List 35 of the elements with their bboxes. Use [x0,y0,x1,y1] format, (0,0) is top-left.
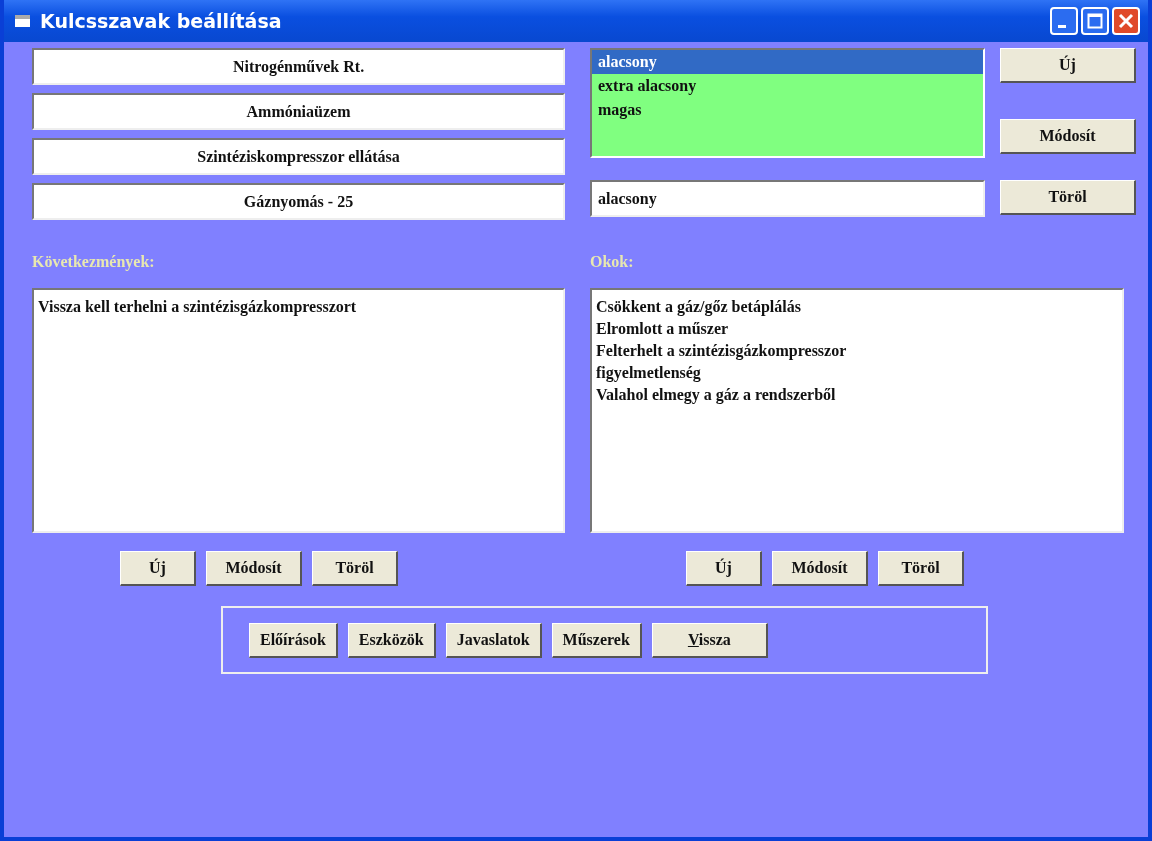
list-item[interactable]: alacsony [592,50,983,74]
section-label: Okok: [590,252,634,272]
modify-button[interactable]: Módosít [206,551,302,586]
delete-button[interactable]: Töröl [878,551,964,586]
list-item[interactable]: extra alacsony [592,74,983,98]
header-field: Gáznyomás - 25 [32,183,565,220]
nav-button[interactable]: Előírások [249,622,338,658]
maximize-button[interactable] [1081,7,1109,35]
header-field: Ammóniaüzem [32,93,565,130]
level-input-field[interactable]: alacsony [590,180,985,217]
list-item[interactable]: magas [592,98,983,122]
section-label: Következmények: [32,252,155,273]
nav-button[interactable]: Javaslatok [445,622,542,658]
delete-button[interactable]: Töröl [312,551,398,586]
header-field: Szintéziskompresszor ellátása [32,138,565,175]
nav-button[interactable]: Vissza [651,622,768,658]
modify-button[interactable]: Módosít [772,551,868,586]
level-list[interactable]: alacsony extra alacsony magas [590,48,985,158]
maximize-icon [1087,13,1103,29]
nav-button[interactable]: Műszerek [551,622,642,658]
header-field: Nitrogénművek Rt. [32,48,565,85]
modify-button[interactable]: Módosít [1000,119,1136,154]
delete-button[interactable]: Töröl [1000,180,1136,215]
new-button[interactable]: Új [120,551,196,586]
minimize-icon [1058,24,1066,28]
window-title: Kulcsszavak beállítása [40,8,283,34]
nav-button[interactable]: Eszközök [347,622,436,658]
close-icon [1118,13,1134,29]
new-button[interactable]: Új [686,551,762,586]
causes-list[interactable]: Csökkent a gáz/gőz betáplálás Elromlott a műszer Felterhelt a szintézisgázkompresszor figyelmetlenség Valahol elmegy a gáz a rendszerből [590,288,1124,533]
consequences-list[interactable]: Vissza kell terhelni a szintézisgázkompresszort [32,288,565,533]
window-icon [14,13,32,29]
minimize-button[interactable] [1050,7,1078,35]
close-button[interactable] [1112,7,1140,35]
new-button[interactable]: Új [1000,48,1136,83]
